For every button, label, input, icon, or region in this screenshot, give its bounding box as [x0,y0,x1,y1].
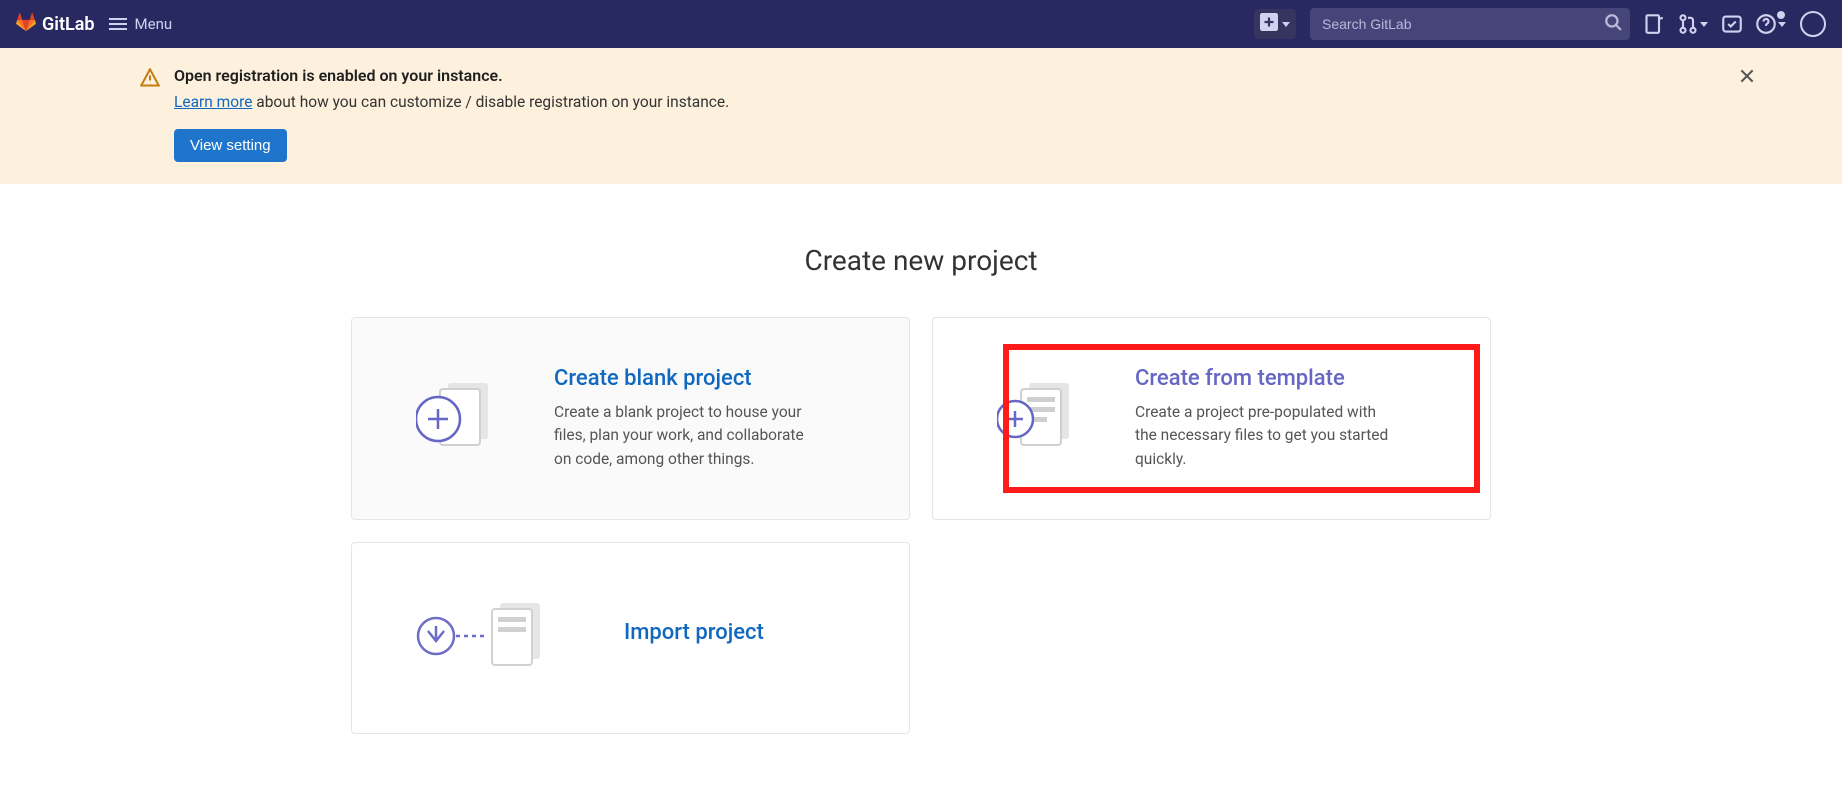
blank-project-title: Create blank project [554,366,814,391]
alert-desc-rest: about how you can customize / disable re… [252,93,729,111]
import-title: Import project [624,620,764,645]
alert-text: Learn more about how you can customize /… [174,93,729,111]
notification-dot-icon [1777,11,1785,19]
warning-icon [140,68,160,92]
project-option-cards: Create blank project Create a blank proj… [351,317,1491,734]
search-icon[interactable] [1604,13,1622,35]
gitlab-logo[interactable]: GitLab [16,12,95,36]
top-navbar: GitLab Menu [0,0,1842,48]
main-content: Create new project Create blank project … [221,184,1621,774]
gitlab-tanuki-icon [16,12,36,36]
todos-icon[interactable] [1722,14,1742,34]
alert-close-button[interactable] [1738,66,1756,90]
chevron-down-icon [1282,22,1290,27]
chevron-down-icon [1700,22,1708,27]
navbar-right [1254,8,1826,40]
issues-icon[interactable] [1644,14,1664,34]
import-project-card[interactable]: Import project [351,542,910,734]
navbar-left: GitLab Menu [16,12,172,36]
card-text: Create from template Create a project pr… [1135,366,1395,471]
menu-label: Menu [135,15,173,33]
template-title: Create from template [1135,366,1395,391]
search-input[interactable] [1310,8,1630,40]
search-wrap [1310,8,1630,40]
card-text: Create blank project Create a blank proj… [554,366,814,471]
create-new-dropdown[interactable] [1254,9,1296,39]
card-text: Import project [624,620,764,655]
blank-project-desc: Create a blank project to house your fil… [554,401,814,471]
hamburger-icon [109,23,127,25]
create-blank-project-card[interactable]: Create blank project Create a blank proj… [351,317,910,520]
registration-alert: Open registration is enabled on your ins… [0,48,1842,184]
help-dropdown[interactable] [1756,14,1786,34]
template-desc: Create a project pre-populated with the … [1135,401,1395,471]
import-project-icon [416,591,576,685]
view-setting-button[interactable]: View setting [174,129,287,162]
chevron-down-icon [1778,22,1786,27]
brand-text: GitLab [42,14,95,35]
merge-requests-icon[interactable] [1678,14,1708,34]
page-title: Create new project [351,244,1491,277]
create-from-template-card[interactable]: Create from template Create a project pr… [932,317,1491,520]
blank-project-icon [416,371,506,465]
template-icon [997,371,1087,465]
learn-more-link[interactable]: Learn more [174,93,252,111]
alert-body: Open registration is enabled on your ins… [174,66,729,162]
plus-icon [1260,13,1278,35]
user-avatar[interactable] [1800,11,1826,37]
menu-button[interactable]: Menu [109,15,173,33]
alert-title: Open registration is enabled on your ins… [174,66,729,85]
